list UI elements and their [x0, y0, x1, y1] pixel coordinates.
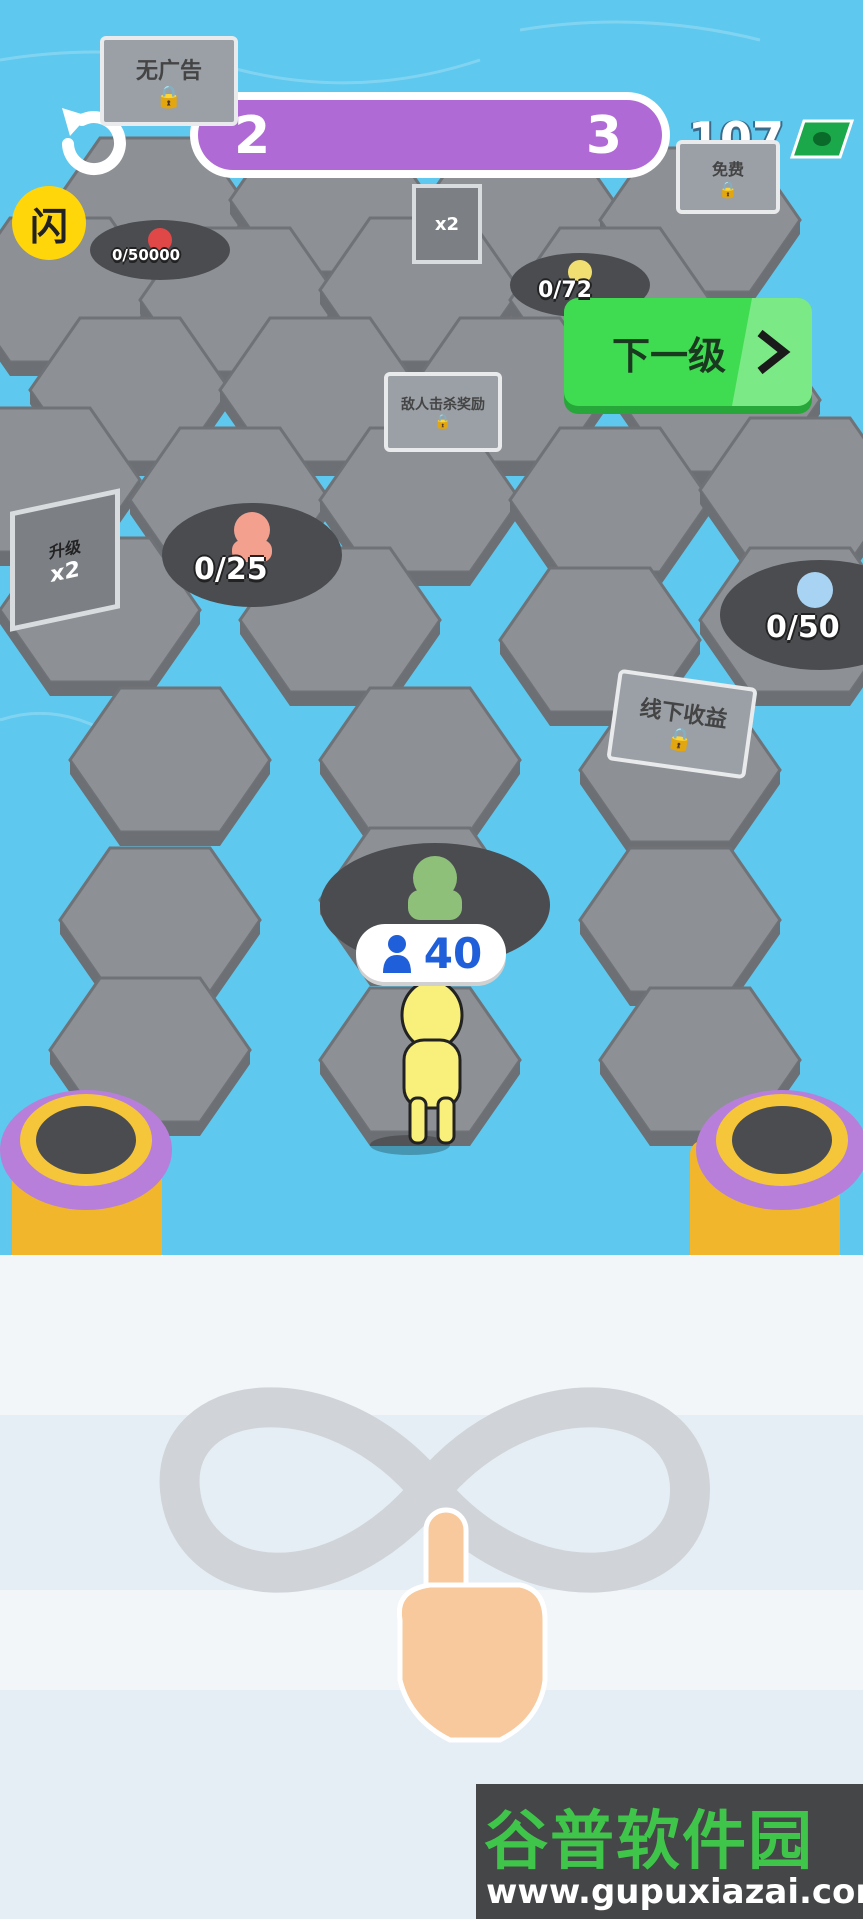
- flash-label: 闪: [29, 204, 68, 249]
- pad-red-count: 0/50000: [112, 246, 181, 264]
- watermark-url: www.gupuxiazai.com: [486, 1872, 863, 1912]
- x2-label: x2: [434, 213, 460, 235]
- pad-yellow-count: 0/72: [538, 278, 592, 303]
- sign-enemy-kill-reward-label: 敌人击杀奖励: [401, 397, 485, 413]
- pad-blue-count: 0/50: [766, 610, 840, 645]
- sign-offline-earnings[interactable]: 线下收益 🔒: [606, 668, 758, 780]
- lock-icon: 🔒: [155, 84, 183, 110]
- person-icon: [382, 935, 411, 973]
- next-level-button[interactable]: 下一级: [564, 298, 812, 406]
- sign-free[interactable]: 免费 🔒: [676, 140, 780, 214]
- x2-gate-top[interactable]: x2: [412, 184, 482, 264]
- chevron-right-icon: [732, 298, 812, 406]
- flash-button[interactable]: 闪: [12, 186, 86, 260]
- cash-icon: [790, 119, 855, 159]
- pad-pink-count: 0/25: [194, 552, 268, 587]
- lock-icon: 🔒: [718, 179, 738, 199]
- level-progress-bar: 2 3: [190, 92, 670, 178]
- current-level-number: 2: [234, 106, 271, 166]
- lock-icon: 🔒: [434, 414, 452, 430]
- crowd-count-value: 40: [423, 928, 483, 978]
- sign-no-ads-label: 无广告: [135, 58, 202, 84]
- lock-icon: 🔒: [664, 725, 696, 755]
- sign-free-label: 免费: [711, 159, 744, 179]
- x2-label: x2: [50, 556, 80, 588]
- watermark-title: 谷普软件园: [484, 1805, 814, 1879]
- watermark: 谷普软件园 www.gupuxiazai.com: [476, 1784, 863, 1919]
- crowd-count-badge: 40: [356, 924, 506, 982]
- sign-no-ads[interactable]: 无广告 🔒: [100, 36, 238, 126]
- next-level-number: 3: [585, 106, 622, 166]
- sign-enemy-kill-reward[interactable]: 敌人击杀奖励 🔒: [384, 372, 502, 452]
- next-level-label: 下一级: [612, 333, 727, 378]
- upgrade-gate-left[interactable]: 升级 x2: [10, 488, 120, 632]
